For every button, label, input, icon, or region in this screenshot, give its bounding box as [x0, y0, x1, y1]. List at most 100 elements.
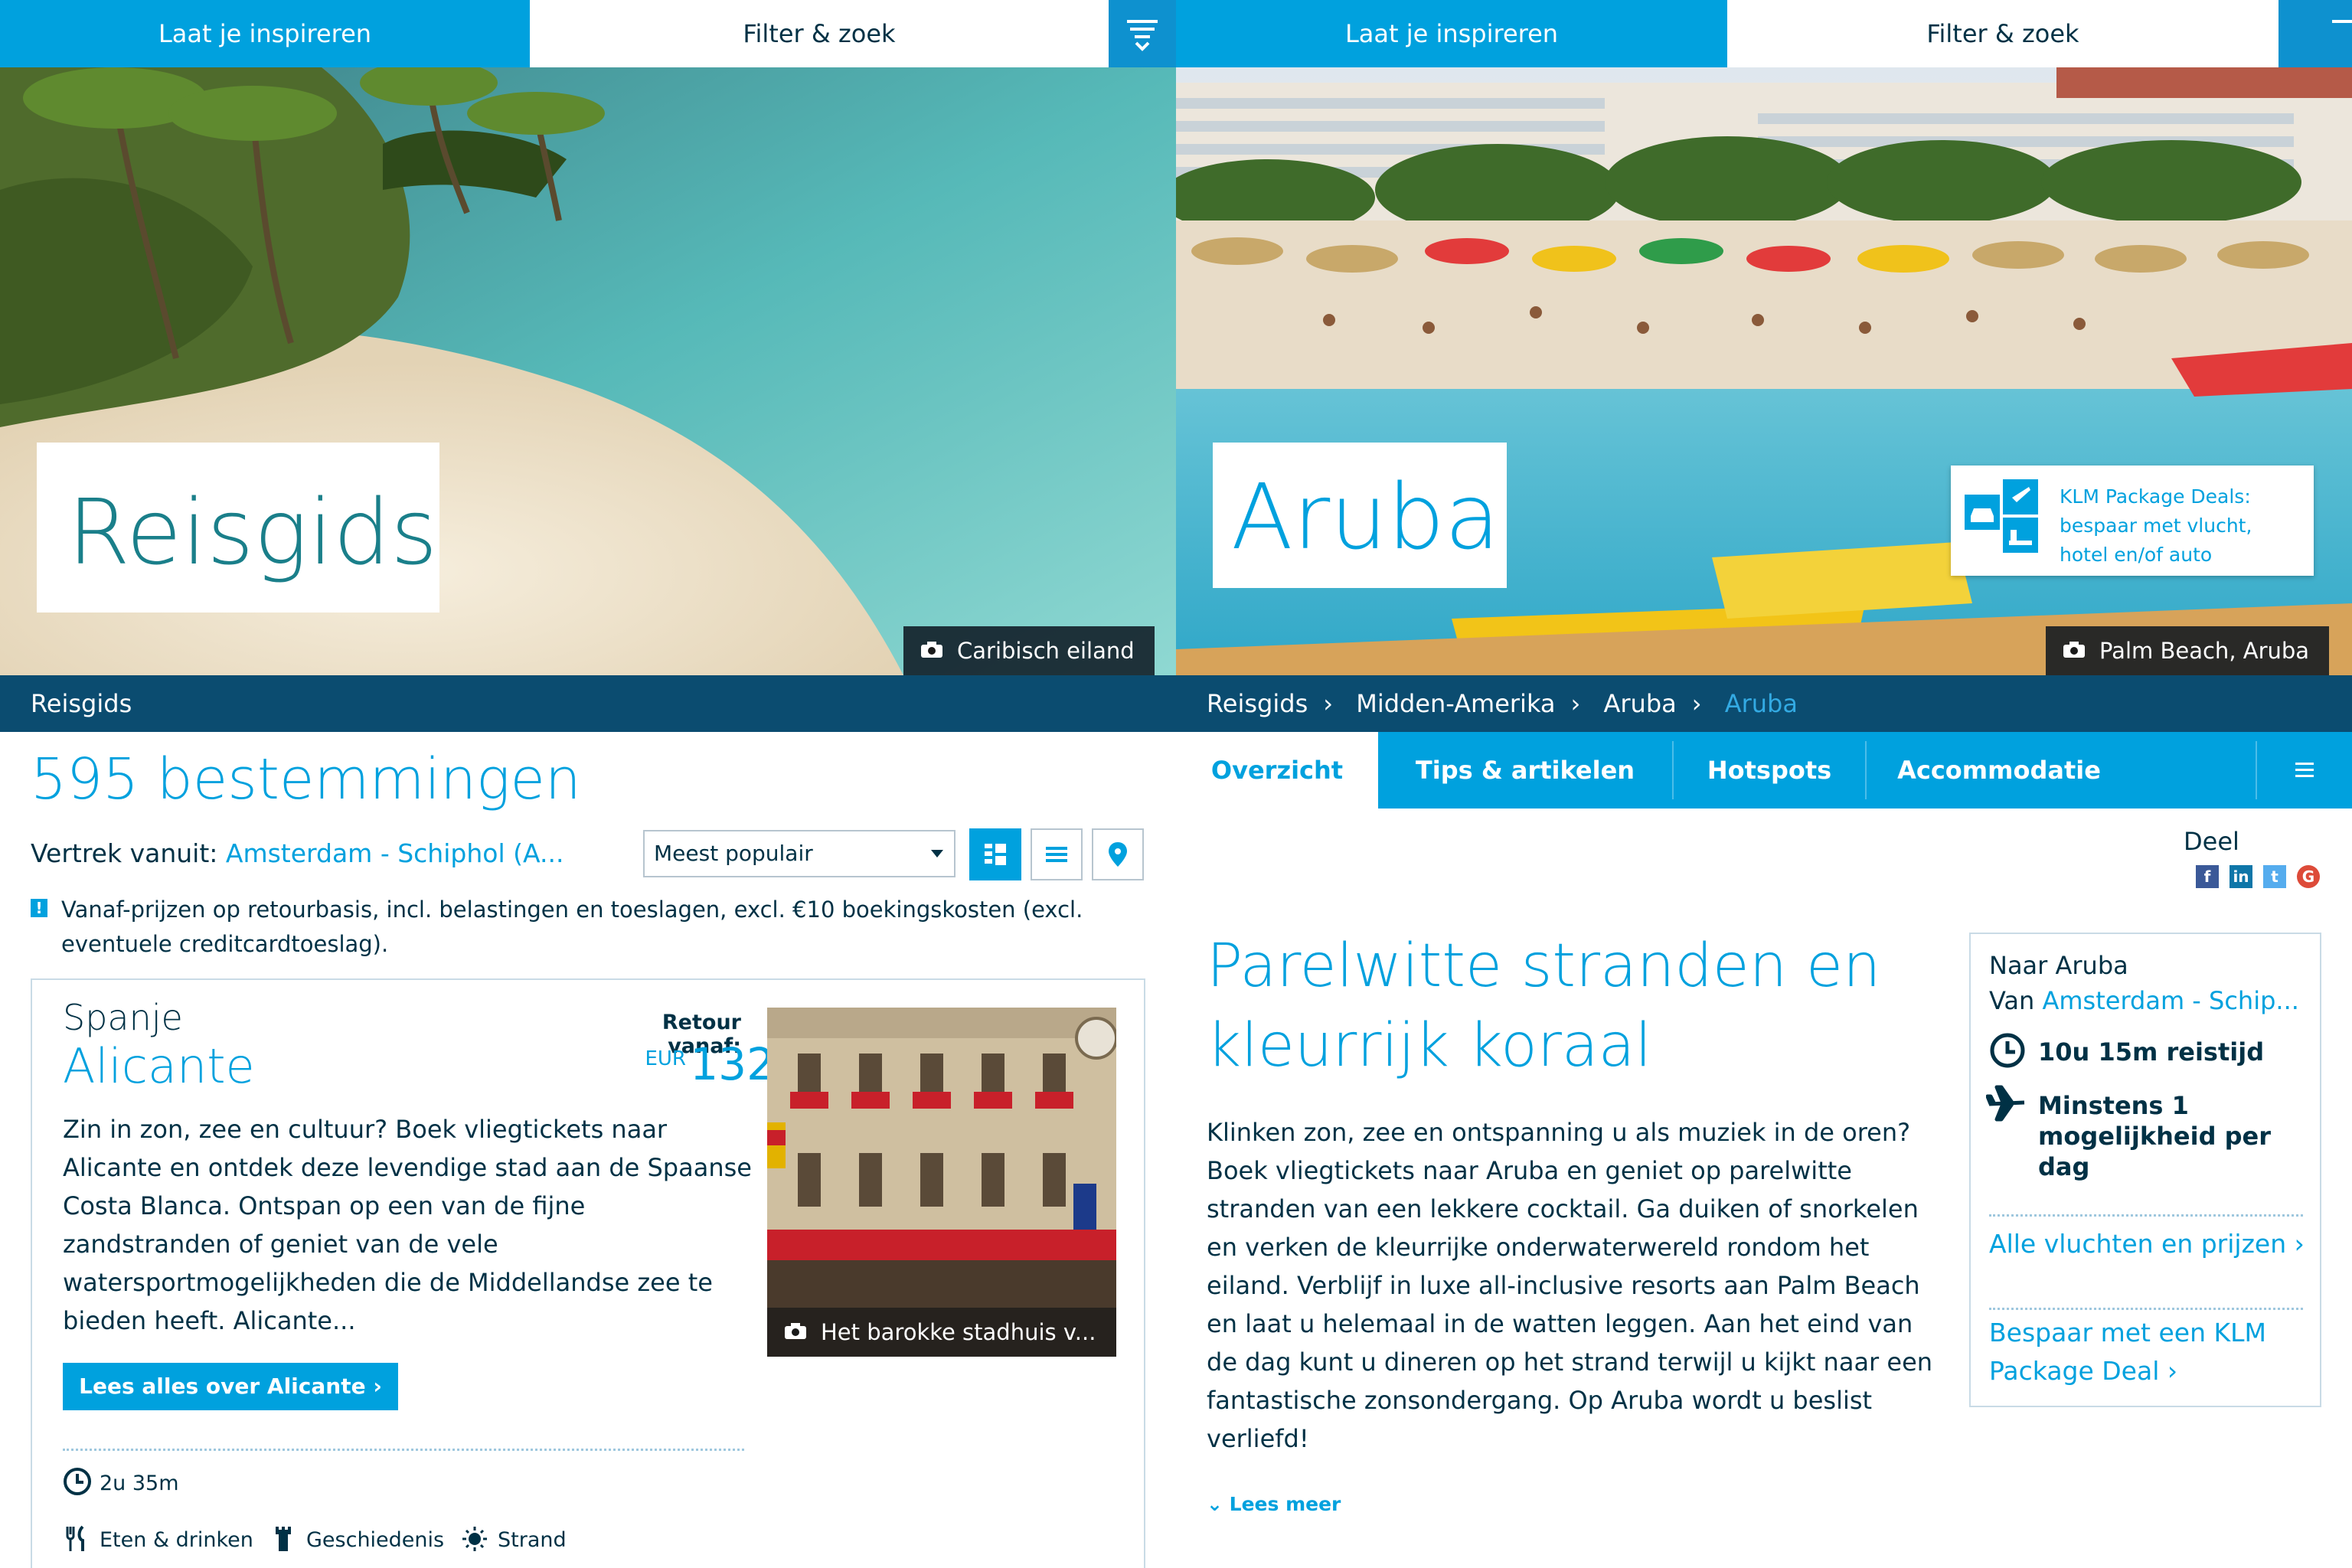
list-view-button[interactable]: [1031, 828, 1083, 880]
top-nav: Laat je inspireren Filter & zoek: [0, 0, 1176, 67]
departure-label: Vertrek vanuit:: [31, 838, 218, 868]
nav-filter-tab[interactable]: Filter & zoek: [1727, 0, 2278, 67]
fork-knife-icon: [66, 1525, 84, 1551]
nav-inspire-tab[interactable]: Laat je inspireren: [1176, 0, 1727, 67]
breadcrumb-item[interactable]: Reisgids: [31, 689, 132, 718]
hamburger-icon: [2295, 763, 2314, 777]
tile-view-icon: [985, 844, 1006, 865]
price-value: 132: [690, 1038, 775, 1090]
duration-text: 2u 35m: [100, 1472, 179, 1495]
read-more-text: Lees meer: [1229, 1493, 1341, 1515]
breadcrumb-item[interactable]: Reisgids: [1207, 689, 1308, 718]
clock-icon: [64, 1468, 91, 1495]
facebook-icon[interactable]: f: [2196, 865, 2219, 888]
breadcrumb-separator: ›: [1570, 689, 1581, 718]
departure-row: Vertrek vanuit: Amsterdam - Schiphol (A.…: [31, 838, 564, 868]
hero-title-box: Reisgids: [37, 443, 439, 612]
hero-title: Aruba: [1231, 464, 1501, 570]
read-more-link[interactable]: ⌄ Lees meer: [1207, 1493, 1341, 1515]
hero-image: Aruba Palm Beach, Aruba: [1176, 67, 2352, 675]
hero-image: Reisgids Caribisch eiland: [0, 67, 1176, 675]
tag-beach: Strand: [461, 1525, 614, 1556]
nav-filter-tab[interactable]: Filter & zoek: [530, 0, 1109, 67]
info-frequency: Minstens 1 mogelijkheid per dag: [2038, 1091, 2272, 1181]
package-deal-link[interactable]: Bespaar met een KLM Package Deal ›: [1989, 1314, 2311, 1390]
chevron-down-icon: [931, 850, 943, 858]
info-icon: !: [31, 899, 47, 917]
filter-menu-button[interactable]: [1109, 0, 1176, 67]
share-label: Deel: [2184, 827, 2239, 856]
divider: [1989, 1308, 2303, 1310]
package-deals-text: KLM Package Deals: bespaar met vlucht, h…: [2060, 485, 2252, 566]
hero-caption-text: Palm Beach, Aruba: [2099, 638, 2310, 664]
tab-accommodatie[interactable]: Accommodatie: [1867, 732, 2132, 808]
breadcrumb-item[interactable]: Aruba: [1603, 689, 1676, 718]
results-title: 595 bestemmingen: [31, 746, 581, 812]
camera-icon: [785, 1323, 806, 1339]
tabs-menu-button[interactable]: [2257, 732, 2352, 808]
tile-view-button[interactable]: [969, 828, 1021, 880]
info-from-label: Van: [1989, 986, 2035, 1015]
map-view-button[interactable]: [1092, 828, 1144, 880]
town-hall-photo: [767, 1008, 1116, 1357]
package-icon: [1965, 479, 2038, 553]
card-description: Zin in zon, zee en cultuur? Boek vliegti…: [63, 1115, 752, 1335]
tab-overzicht[interactable]: Overzicht: [1176, 732, 1378, 808]
breadcrumb-separator: ›: [1691, 689, 1702, 718]
info-from-row: Van Amsterdam - Schip...: [1989, 986, 2299, 1015]
card-city[interactable]: Alicante: [63, 1038, 255, 1094]
section-tabs: Overzicht Tips & artikelen Hotspots Acco…: [1176, 732, 2352, 808]
list-view-icon: [1046, 847, 1067, 862]
breadcrumb: Reisgids: [0, 675, 1176, 732]
breadcrumb-item[interactable]: Midden-Amerika: [1356, 689, 1555, 718]
card-country: Spanje: [63, 997, 183, 1038]
twitter-icon[interactable]: t: [2263, 865, 2286, 888]
sort-selected-value: Meest populair: [654, 841, 813, 866]
map-pin-icon: [1109, 842, 1127, 867]
left-panel: Laat je inspireren Filter & zoek Reisgid…: [0, 0, 1176, 1568]
chevron-down-icon: ⌄: [1207, 1493, 1230, 1515]
destination-card[interactable]: Spanje Alicante Retour vanaf: EUR 132 He…: [31, 978, 1145, 1568]
photo-caption-text: Het barokke stadhuis v...: [821, 1319, 1096, 1345]
camera-icon: [921, 642, 942, 658]
breadcrumb-current: Aruba: [1724, 689, 1798, 718]
tag-history: Geschiedenis: [270, 1525, 469, 1556]
linkedin-icon[interactable]: in: [2230, 865, 2252, 888]
price-notice: ! Vanaf-prijzen op retourbasis, incl. be…: [31, 893, 1118, 962]
tag-food: Eten & drinken: [63, 1525, 292, 1556]
card-photo[interactable]: Het barokke stadhuis v...: [767, 1008, 1116, 1357]
price-notice-text: Vanaf-prijzen op retourbasis, incl. bela…: [61, 897, 1083, 957]
info-heading: Naar Aruba: [1989, 951, 2128, 980]
divider: [63, 1449, 744, 1451]
breadcrumb: Reisgids › Midden-Amerika › Aruba › Aruba: [1176, 675, 2352, 732]
flight-info-box: Naar Aruba Van Amsterdam - Schip... 10u …: [1969, 933, 2321, 1407]
top-nav: Laat je inspireren Filter & zoek: [1176, 0, 2352, 67]
filter-icon: [1127, 20, 1158, 51]
google-plus-icon[interactable]: G: [2297, 865, 2320, 888]
hero-title-box: Aruba: [1213, 443, 1507, 588]
sort-select[interactable]: Meest populair: [643, 830, 956, 877]
departure-link[interactable]: Amsterdam - Schiphol (A...: [226, 838, 564, 868]
filter-icon: [2332, 20, 2352, 23]
hero-title: Reisgids: [67, 479, 438, 585]
hero-caption[interactable]: Palm Beach, Aruba: [2046, 626, 2330, 675]
sun-icon: [462, 1527, 487, 1551]
hero-caption-text: Caribisch eiland: [957, 638, 1135, 664]
all-flights-link[interactable]: Alle vluchten en prijzen ›: [1989, 1225, 2311, 1263]
tab-tips[interactable]: Tips & artikelen: [1378, 732, 1672, 808]
read-more-button[interactable]: Lees alles over Alicante ›: [63, 1363, 398, 1410]
breadcrumb-separator: ›: [1323, 689, 1334, 718]
hero-caption[interactable]: Caribisch eiland: [903, 626, 1155, 675]
package-deals-banner[interactable]: KLM Package Deals: bespaar met vlucht, h…: [1951, 466, 2314, 576]
divider: [1989, 1214, 2303, 1217]
article-body: Klinken zon, zee en ontspanning u als mu…: [1207, 1118, 1933, 1453]
nav-inspire-tab[interactable]: Laat je inspireren: [0, 0, 530, 67]
info-from-link[interactable]: Amsterdam - Schip...: [2042, 986, 2298, 1015]
tab-hotspots[interactable]: Hotspots: [1674, 732, 1865, 808]
filter-menu-button[interactable]: [2278, 0, 2352, 67]
tag-label: Strand: [498, 1528, 567, 1552]
plane-icon: [1986, 1085, 2025, 1122]
photo-caption: Het barokke stadhuis v...: [767, 1308, 1116, 1357]
tag-label: Eten & drinken: [100, 1528, 253, 1552]
tower-icon: [276, 1527, 291, 1551]
